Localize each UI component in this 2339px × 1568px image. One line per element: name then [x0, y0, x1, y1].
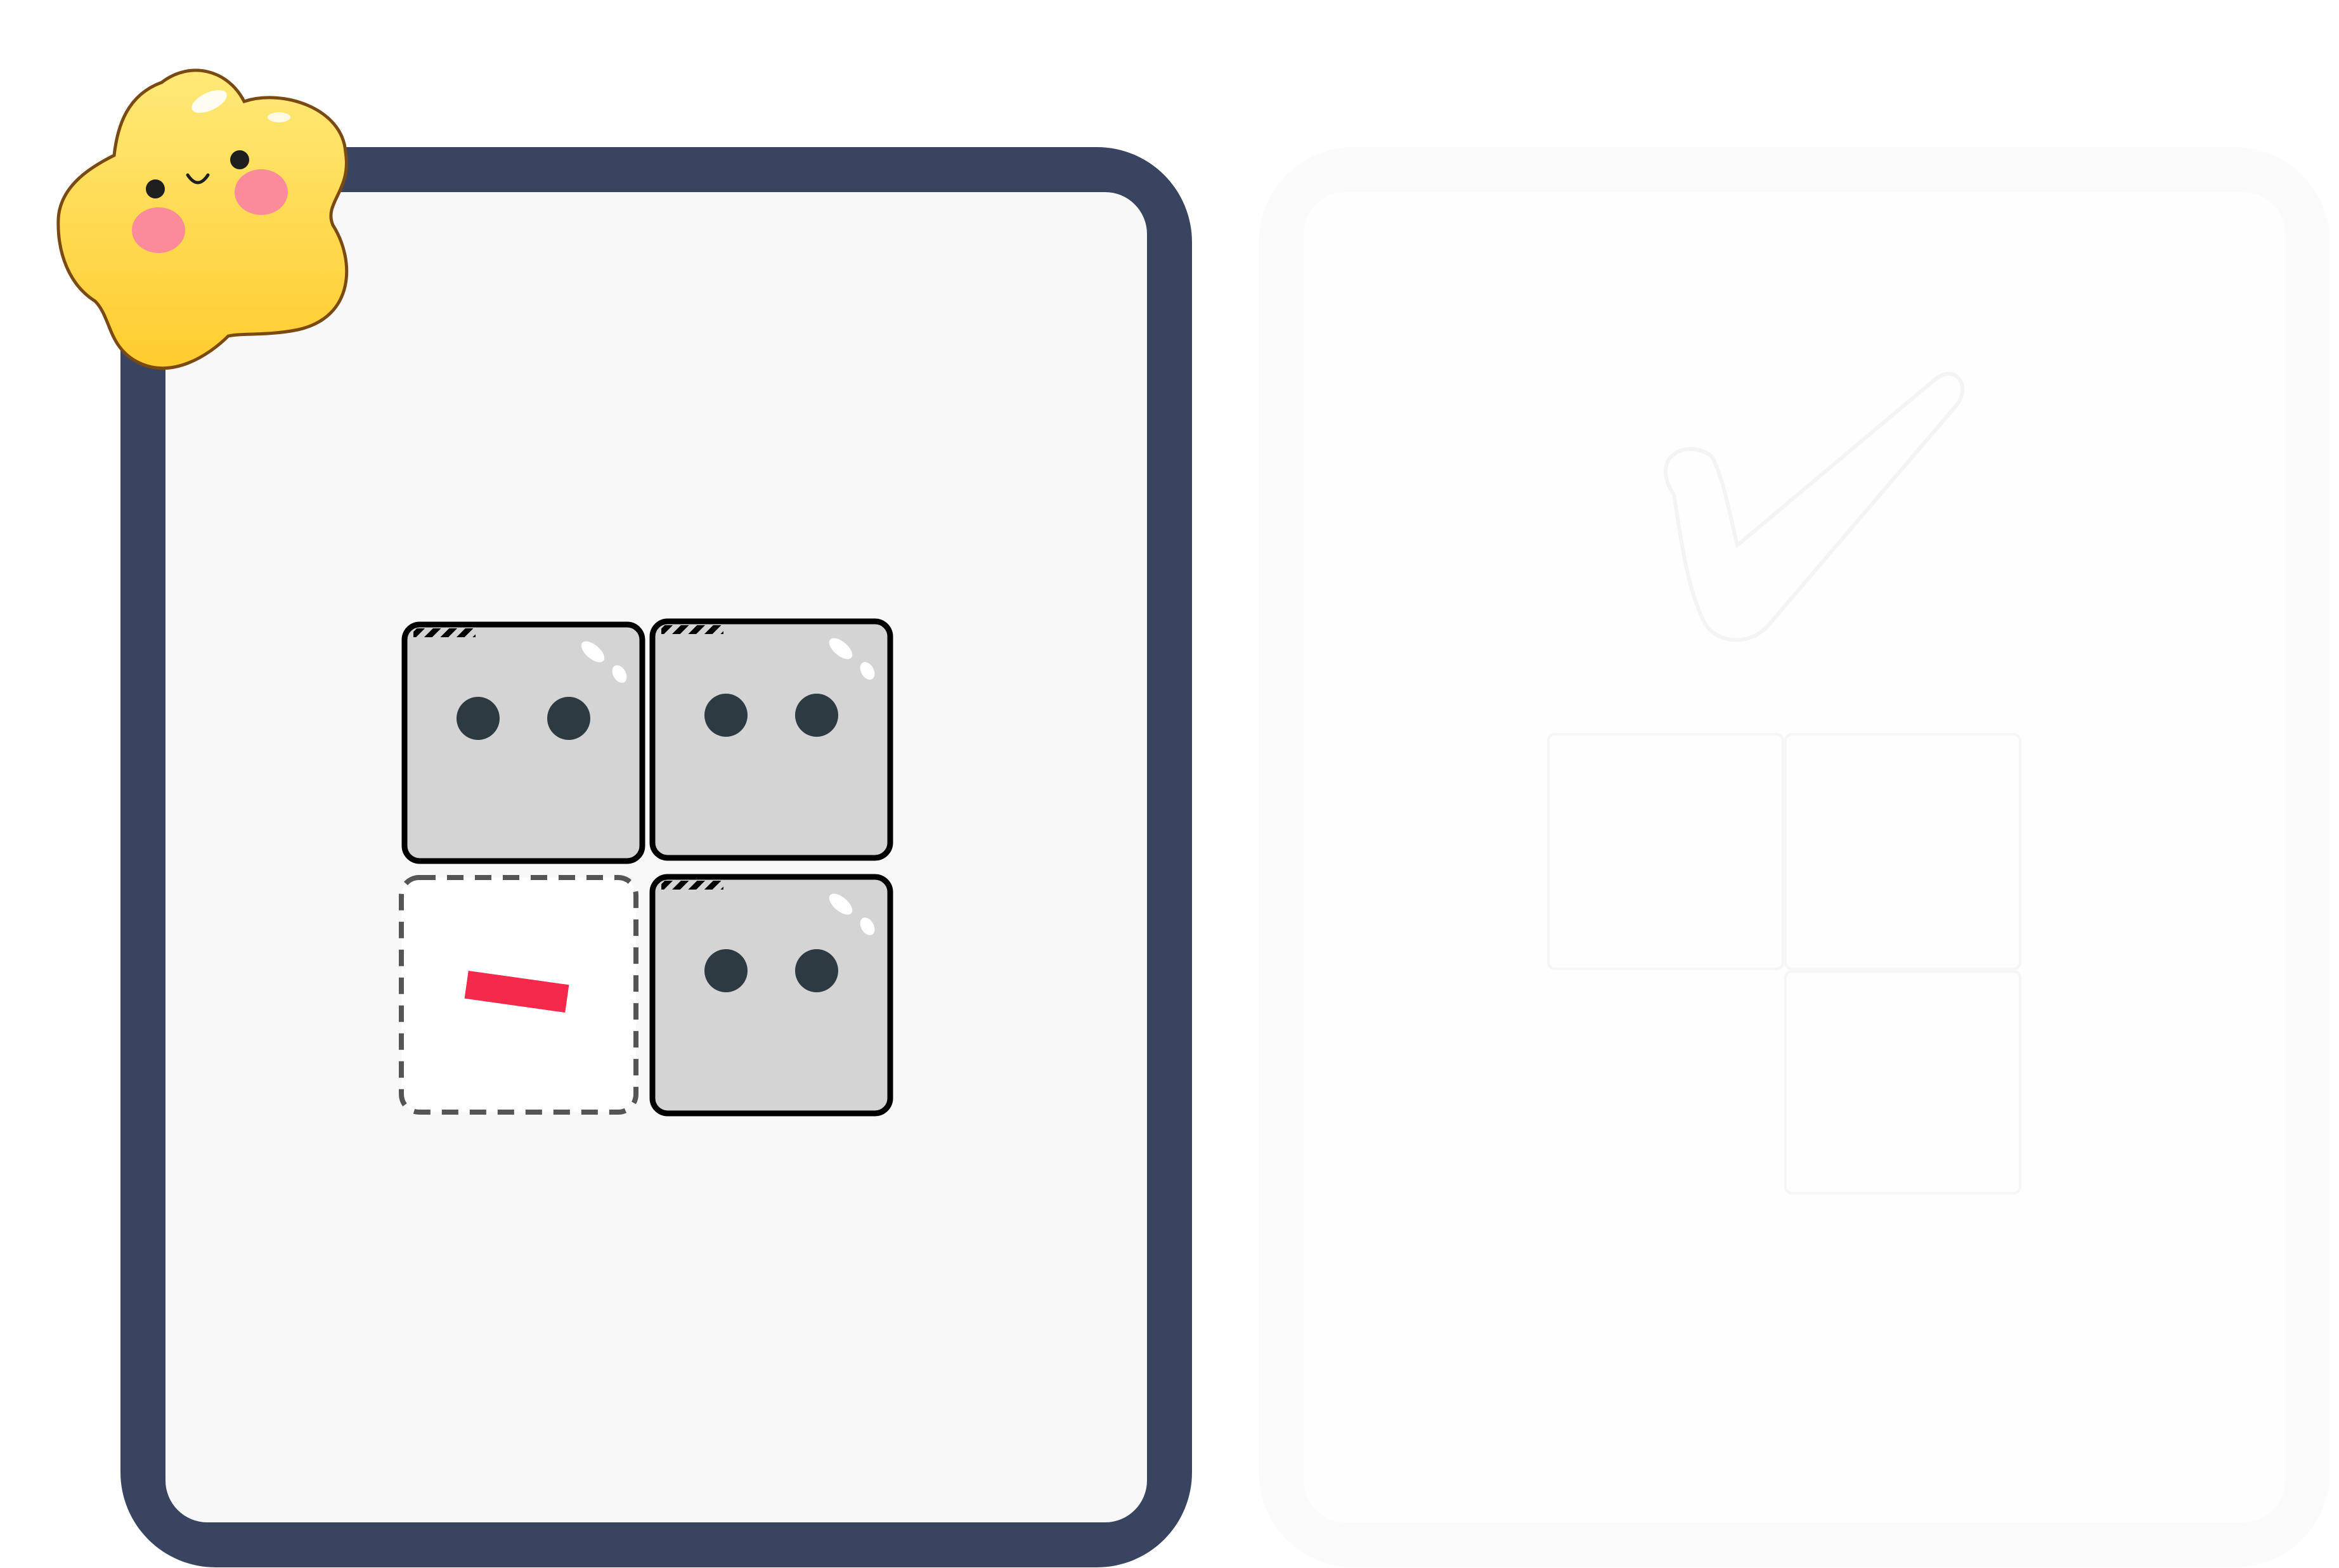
tile-eye-icon — [795, 949, 838, 992]
mascot-highlight — [268, 112, 290, 122]
tile-eye-icon — [457, 697, 500, 740]
tile-eye-icon — [547, 697, 590, 740]
missing-tile-slot[interactable] — [399, 875, 638, 1115]
answer-card-panel — [1304, 192, 2285, 1522]
puzzle-card-panel — [165, 192, 1147, 1522]
face-tile[interactable] — [649, 618, 893, 861]
tile-hatch-detail — [413, 628, 476, 637]
game-scene — [56, 68, 2330, 1567]
mascot-cheek — [132, 207, 185, 253]
face-tile[interactable] — [649, 874, 893, 1117]
tile-eye-icon — [704, 694, 748, 737]
star-mascot-icon — [56, 68, 349, 370]
face-tile[interactable] — [401, 621, 645, 864]
tile-hatch-detail — [661, 625, 723, 634]
answer-card[interactable] — [1259, 147, 2330, 1567]
tile-eye-icon — [795, 694, 838, 737]
mascot-eye — [230, 150, 249, 169]
tile-hatch-detail — [661, 881, 723, 890]
puzzle-card[interactable] — [120, 147, 1192, 1567]
tile-eye-icon — [704, 949, 748, 992]
mascot-eye — [146, 179, 165, 198]
mascot-cheek — [235, 169, 288, 215]
